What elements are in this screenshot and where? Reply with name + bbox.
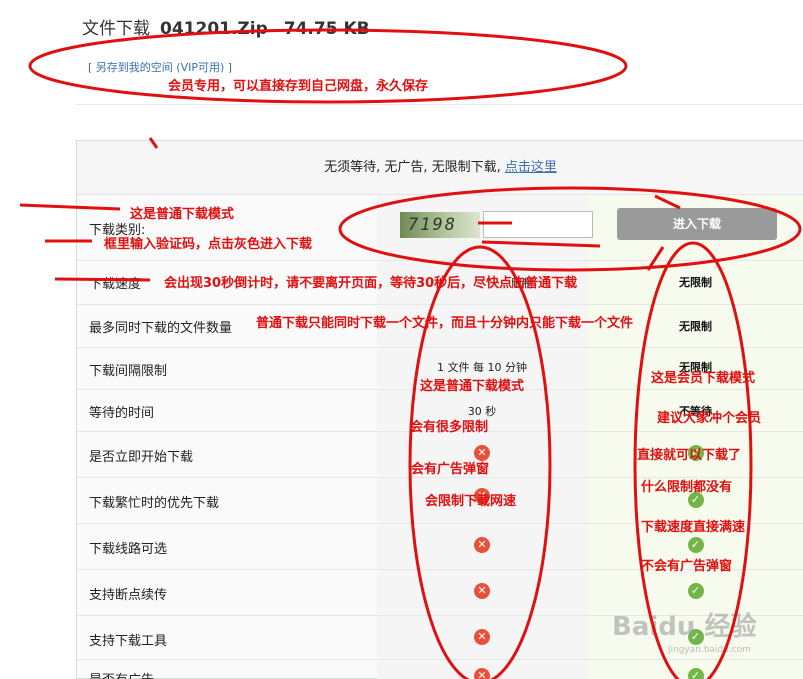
row-label: 是否有广告: [89, 669, 154, 679]
annotation: 框里输入验证码，点击灰色进入下载: [104, 237, 313, 252]
annotation: 普通下载只能同时下载一个文件，而且十分钟内只能下载一个文件: [256, 316, 634, 331]
row-label: 是否立即开始下载: [89, 450, 194, 465]
check-icon: ✓: [687, 668, 704, 679]
annotation: 什么限制都没有: [641, 480, 733, 495]
annotation: 直接就可以下载了: [637, 448, 742, 463]
notice-link[interactable]: 点击这里: [505, 160, 557, 175]
row-label: 下载速度: [89, 277, 142, 292]
annotation: 这是会员下载模式: [651, 371, 756, 386]
annotation: 会有很多限制: [410, 420, 489, 435]
file-size: 74.75 KB: [283, 19, 370, 39]
annotation: 会员专用，可以直接存到自己网盘，永久保存: [168, 79, 429, 94]
row-vip-value: 无限制: [679, 276, 712, 289]
annotation: 这是普通下载模式: [130, 207, 235, 222]
row-normal-value: 1 文件 每 10 分钟: [437, 361, 527, 374]
row-label: 支持断点续传: [89, 588, 168, 603]
x-icon: ✕: [474, 583, 490, 599]
check-icon: ✓: [687, 537, 704, 553]
x-icon: ✕: [474, 537, 490, 553]
captcha-image: 7198: [400, 212, 480, 238]
annotation: 下载速度直接满速: [641, 520, 746, 535]
annotation: 会出现30秒倒计时，请不要离开页面，等待30秒后，尽快点击普通下载: [164, 276, 578, 291]
row-label: 等待的时间: [89, 406, 155, 421]
row-label: 下载线路可选: [89, 542, 168, 557]
notice-text: 无须等待, 无广告, 无限制下载,: [324, 160, 501, 175]
row-label: 最多同时下载的文件数量: [89, 321, 233, 336]
captcha-input[interactable]: [483, 211, 593, 238]
baidu-watermark: Baidu 经验: [612, 612, 757, 642]
check-icon: ✓: [687, 583, 704, 599]
annotation: 会限制下载网速: [425, 494, 517, 509]
enter-download-button[interactable]: 进入下载: [617, 208, 777, 240]
annotation: 会有广告弹窗: [411, 462, 490, 477]
row-label: 下载繁忙时的优先下载: [89, 496, 220, 511]
divider: [76, 104, 803, 105]
table-row: 是否有广告 ✕ ✓: [77, 660, 803, 679]
file-name: 041201.Zip: [160, 19, 268, 39]
annotation: 这是普通下载模式: [420, 379, 525, 394]
annotation: 建议大家冲个会员: [657, 411, 762, 426]
vip-notice: 无须等待, 无广告, 无限制下载, 点击这里: [77, 141, 803, 195]
file-title: 文件下载 041201.Zip 74.75 KB: [82, 14, 370, 39]
row-label: 下载间隔限制: [89, 364, 168, 379]
row-label: 支持下载工具: [89, 634, 168, 649]
x-icon: ✕: [474, 629, 490, 645]
page: 文件下载 041201.Zip 74.75 KB [ 另存到我的空间 (VIP可用)…: [0, 0, 803, 679]
x-icon: ✕: [474, 668, 490, 679]
baidu-watermark-url: jingyan.baidu.com: [668, 645, 752, 655]
annotation: 不会有广告弹窗: [641, 559, 733, 574]
file-label: 文件下载: [82, 19, 150, 39]
save-to-space-link[interactable]: [ 另存到我的空间 (VIP可用) ]: [88, 59, 232, 75]
